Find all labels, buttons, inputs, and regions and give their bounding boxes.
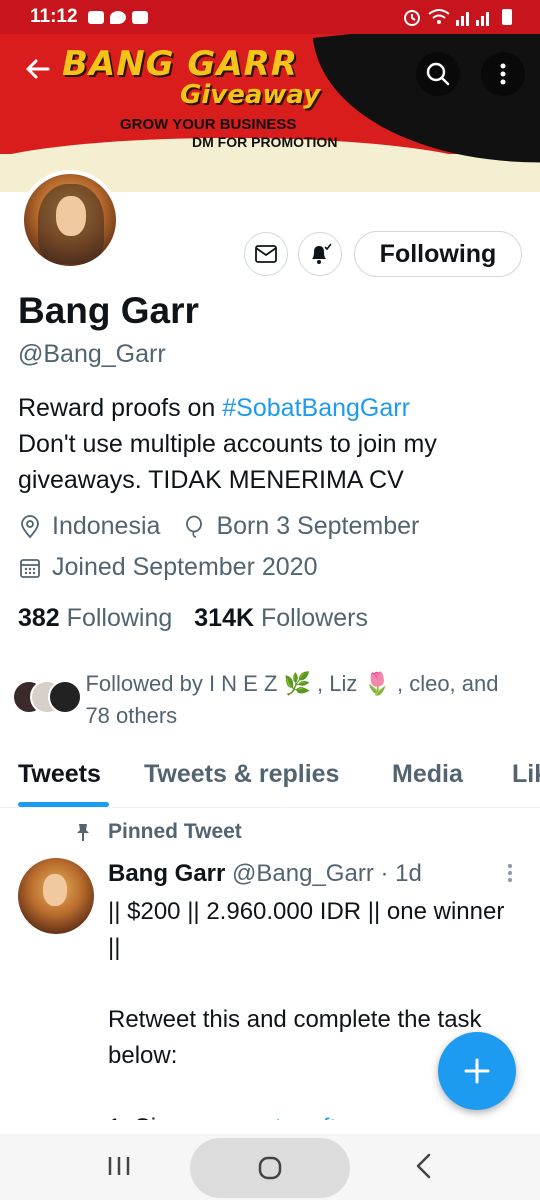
back-button[interactable] [22, 54, 58, 90]
back-arrow-icon [26, 59, 50, 79]
following-count: 382 [18, 604, 60, 632]
banner-promo-line1: GROW YOUR BUSINESS [120, 116, 297, 133]
tab-likes[interactable]: Likes [512, 760, 540, 789]
pinned-text: Pinned Tweet [108, 820, 242, 843]
search-button[interactable] [416, 52, 460, 96]
followers-count: 314K [194, 604, 255, 632]
tweet-author-avatar[interactable] [18, 858, 94, 934]
recent-apps-icon [108, 1157, 130, 1175]
search-icon [426, 62, 450, 86]
bio-text: Don't use multiple accounts to join my g… [18, 430, 437, 494]
chevron-left-icon [416, 1153, 431, 1179]
more-vertical-icon [508, 864, 512, 882]
status-time: 11:12 [30, 6, 78, 27]
following-count-link[interactable]: 382 Following [18, 604, 172, 633]
system-nav-bar [0, 1134, 540, 1200]
home-icon [258, 1156, 282, 1180]
profile-tabs: Tweets Tweets & replies Media Likes [0, 750, 540, 808]
tweet-handle-time: @Bang_Garr · 1d [232, 860, 422, 887]
active-tab-indicator [18, 802, 109, 807]
banner-subtitle: Giveaway [180, 80, 321, 110]
wifi-icon [428, 9, 450, 24]
signal-icon [456, 12, 489, 26]
profile-handle: @Bang_Garr [18, 340, 166, 368]
more-vertical-icon [500, 63, 506, 85]
compose-tweet-button[interactable] [438, 1032, 516, 1110]
profile-name: Bang Garr [18, 290, 199, 331]
home-button[interactable] [190, 1138, 350, 1198]
recent-apps-button[interactable] [106, 1154, 134, 1185]
tweet-text: || $200 || 2.960.000 IDR || one winner |… [108, 894, 518, 1146]
system-back-button[interactable] [412, 1152, 436, 1185]
birthday-icon [182, 515, 206, 539]
following-button[interactable]: Following [354, 231, 522, 277]
tweet-author-name[interactable]: Bang Garr [108, 860, 225, 887]
avatar-face [43, 874, 67, 906]
followed-by-row[interactable]: Followed by I N E Z 🌿 , Liz 🌷 , cleo, an… [12, 668, 522, 732]
follower-avatar [48, 680, 82, 714]
profile-banner: BANG GARR Giveaway GROW YOUR BUSINESS DM… [0, 34, 540, 192]
profile-joined-row: Joined September 2020 [18, 553, 317, 582]
follower-avatars [12, 680, 83, 720]
profile-bio: Reward proofs on #SobatBangGarr Don't use… [18, 390, 523, 498]
calendar-icon [18, 556, 42, 580]
youtube-icon [131, 10, 148, 24]
plus-icon [464, 1058, 490, 1084]
followed-by-text: Followed by I N E Z 🌿 , Liz 🌷 , cleo, an… [85, 671, 499, 728]
bio-prefix: Reward proofs on [18, 394, 223, 422]
profile-location: Indonesia [52, 512, 161, 540]
mail-icon [255, 245, 277, 263]
battery-icon [502, 9, 512, 25]
tweet-header: Bang Garr @Bang_Garr · 1d [108, 860, 422, 888]
banner-title: BANG GARR [62, 44, 299, 84]
notifications-button[interactable] [298, 232, 342, 276]
twitter-icon [109, 10, 126, 24]
followers-count-link[interactable]: 314K Followers [194, 604, 368, 633]
following-label: Following [66, 604, 173, 632]
alarm-icon [404, 10, 420, 26]
pinned-tweet-label: Pinned Tweet [74, 820, 242, 844]
system-icons [402, 7, 512, 27]
tab-tweets[interactable]: Tweets [18, 760, 101, 789]
follow-counts: 382 Following 314K Followers [18, 604, 368, 633]
notification-icons [87, 10, 148, 24]
bio-hashtag-link[interactable]: #SobatBangGarr [222, 394, 410, 422]
profile-avatar[interactable] [20, 170, 120, 270]
profile-birthday: Born 3 September [216, 512, 420, 540]
tweet-body-text: || $200 || 2.960.000 IDR || one winner |… [108, 898, 505, 1141]
tab-tweets-replies[interactable]: Tweets & replies [144, 760, 339, 789]
avatar-face [56, 196, 86, 236]
followers-label: Followers [261, 604, 368, 632]
message-button[interactable] [244, 232, 288, 276]
status-bar: 11:12 [0, 0, 540, 34]
pin-icon [77, 824, 89, 841]
more-options-button[interactable] [481, 52, 525, 96]
location-icon [18, 514, 42, 539]
youtube-icon [87, 10, 104, 24]
tab-media[interactable]: Media [392, 760, 463, 789]
profile-meta-row: Indonesia Born 3 September [18, 512, 419, 541]
tweet-more-button[interactable] [506, 862, 514, 889]
bell-icon [312, 243, 332, 264]
banner-promo-line2: DM FOR PROMOTION [192, 134, 338, 150]
profile-joined: Joined September 2020 [52, 553, 318, 581]
